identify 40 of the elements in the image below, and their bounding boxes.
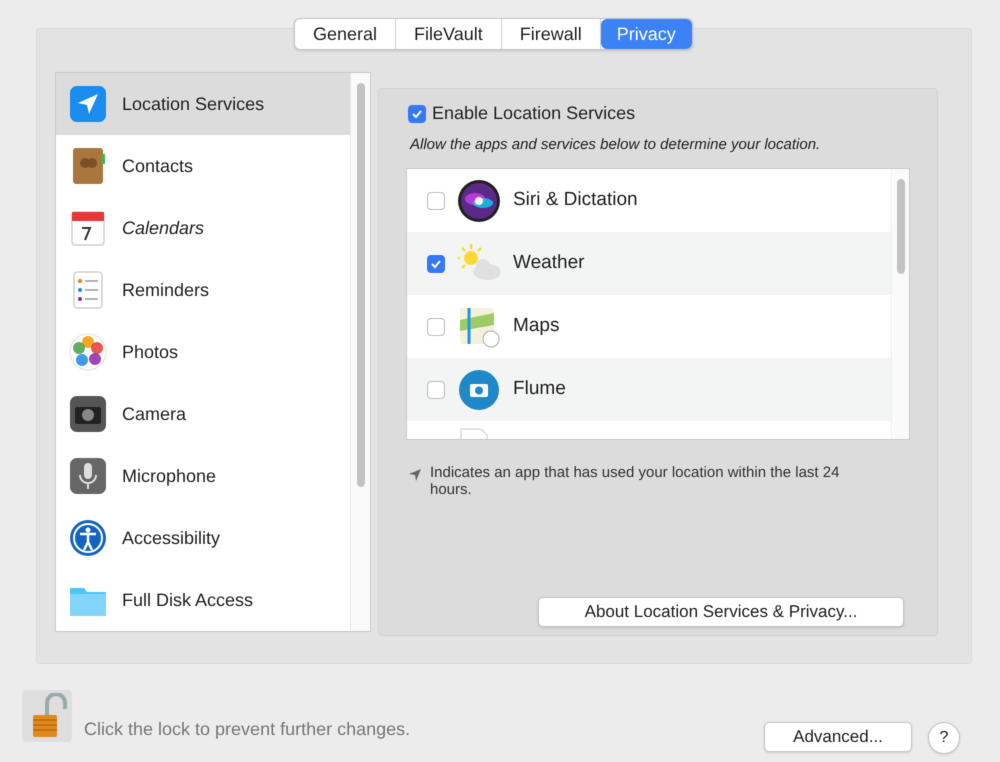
app-name: Flume [513,377,566,402]
app-checkbox[interactable] [427,380,445,398]
tab[interactable]: FileVault [396,19,502,49]
advanced-button[interactable]: Advanced... [764,722,912,752]
flower-icon [68,332,108,372]
sidebar-item[interactable]: Reminders [56,259,350,321]
camera-app-icon [457,368,501,412]
tab[interactable]: General [295,19,396,49]
app-name: Siri & Dictation [513,188,638,212]
sidebar-item[interactable]: Calendars [56,197,350,259]
camera-icon [68,394,108,434]
app-checkbox[interactable] [427,254,445,272]
enable-label: Enable Location Services [432,102,636,125]
about-button[interactable]: About Location Services & Privacy... [538,597,904,627]
app-checkbox[interactable] [427,192,445,210]
accessibility-icon [68,518,108,558]
sidebar-item[interactable]: Location Services [56,73,350,135]
checkmark-icon [411,108,423,120]
enable-checkbox[interactable] [408,104,426,122]
microphone-icon [68,456,108,496]
sidebar-item[interactable]: Accessibility [56,507,350,569]
siri-orb-icon [457,178,501,222]
sidebar-item[interactable]: Photos [56,321,350,383]
scrollbar[interactable] [350,73,370,631]
sidebar-item[interactable]: Full Disk Access [56,569,350,631]
location-arrow-icon [408,468,422,482]
app-checkbox[interactable] [427,318,445,336]
description-text: Allow the apps and services below to determine your location. [410,135,820,155]
lock-icon[interactable] [22,690,72,742]
help-button[interactable]: ? [928,722,960,754]
app-name: Maps [513,314,560,338]
tab[interactable]: Privacy [600,19,692,49]
sidebar-item[interactable]: Microphone [56,445,350,507]
sidebar-item[interactable]: Camera [56,383,350,445]
scrollbar[interactable] [891,169,909,439]
sidebar-item[interactable]: Contacts [56,135,350,197]
note-text: Indicates an app that has used your location within the last 24 hours. [430,464,840,498]
lock-text: Click the lock to prevent further changes. [84,718,410,741]
app-name: Weather [513,251,584,276]
checkmark-icon [430,258,442,270]
